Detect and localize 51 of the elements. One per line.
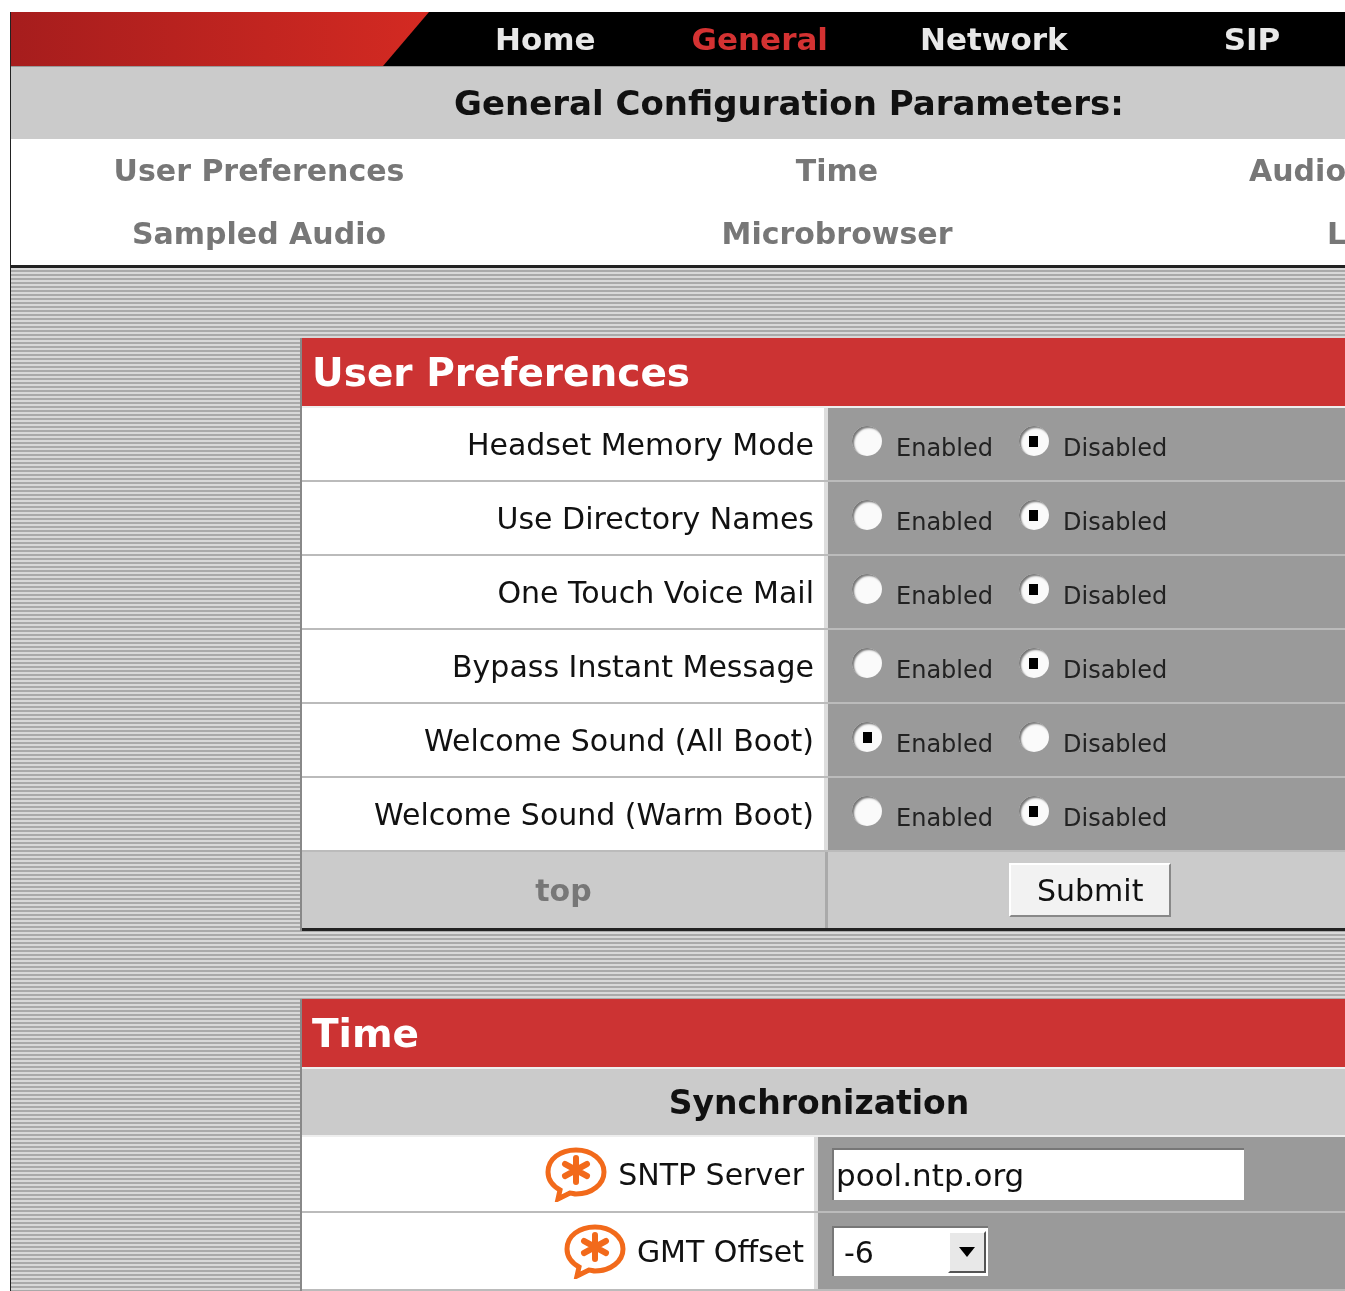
radio-button[interactable] (1019, 574, 1049, 604)
submit-button[interactable]: Submit (1009, 863, 1172, 917)
radio-button[interactable] (1019, 722, 1049, 752)
section-link[interactable]: Microbrowser (721, 215, 953, 251)
sntp-server-field[interactable]: pool.ntp.org (832, 1148, 1244, 1200)
subsection-header: Synchronization (302, 1069, 1345, 1137)
setting-label: Headset Memory Mode (466, 426, 814, 462)
radio-button[interactable] (852, 648, 882, 678)
section-link[interactable]: Sampled Audio (131, 215, 387, 251)
section-header: Time (302, 999, 1345, 1069)
option-label: Enabled (896, 508, 993, 536)
nav-link[interactable]: General (691, 21, 828, 57)
setting-label: Bypass Instant Message (452, 648, 814, 684)
section-link[interactable]: L (1326, 215, 1345, 251)
field-label: GMT Offset (636, 1233, 804, 1269)
radio-button[interactable] (1019, 796, 1049, 826)
radio-button[interactable] (1019, 426, 1049, 456)
nav-link[interactable]: SIP (1223, 21, 1281, 57)
field-label: SNTP Server (618, 1156, 804, 1192)
option-label: Disabled (1063, 508, 1168, 536)
gmt-offset-dropdown[interactable]: -6 (832, 1226, 988, 1276)
nav-link[interactable]: Network (920, 21, 1068, 57)
setting-label: Welcome Sound (All Boot) (424, 722, 814, 758)
caret-icon (959, 1247, 975, 1257)
page-title: General Configuration Parameters: (454, 82, 1124, 123)
radio-button[interactable] (852, 722, 882, 752)
section-link[interactable]: User Preferences (113, 152, 405, 188)
top-link[interactable]: top (535, 872, 592, 908)
option-label: Disabled (1063, 730, 1168, 758)
section-link[interactable]: Time (795, 152, 879, 188)
option-label: Enabled (896, 434, 993, 462)
option-label: Disabled (1063, 434, 1168, 462)
setting-label: Use Directory Names (496, 500, 814, 536)
radio-button[interactable] (1019, 648, 1049, 678)
option-label: Enabled (896, 656, 993, 684)
section-header: User Preferences (302, 338, 1345, 408)
option-label: Disabled (1063, 804, 1168, 832)
nav-link[interactable]: Home (495, 21, 596, 57)
option-label: Enabled (896, 804, 993, 832)
radio-button[interactable] (852, 500, 882, 530)
option-label: Enabled (896, 730, 993, 758)
option-label: Disabled (1063, 656, 1168, 684)
radio-button[interactable] (852, 796, 882, 826)
setting-label: One Touch Voice Mail (497, 574, 814, 610)
option-label: Disabled (1063, 582, 1168, 610)
radio-button[interactable] (852, 426, 882, 456)
radio-button[interactable] (1019, 500, 1049, 530)
setting-label: Welcome Sound (Warm Boot) (374, 796, 814, 832)
section-link[interactable]: Audio (1249, 152, 1345, 188)
radio-button[interactable] (852, 574, 882, 604)
option-label: Enabled (896, 582, 993, 610)
